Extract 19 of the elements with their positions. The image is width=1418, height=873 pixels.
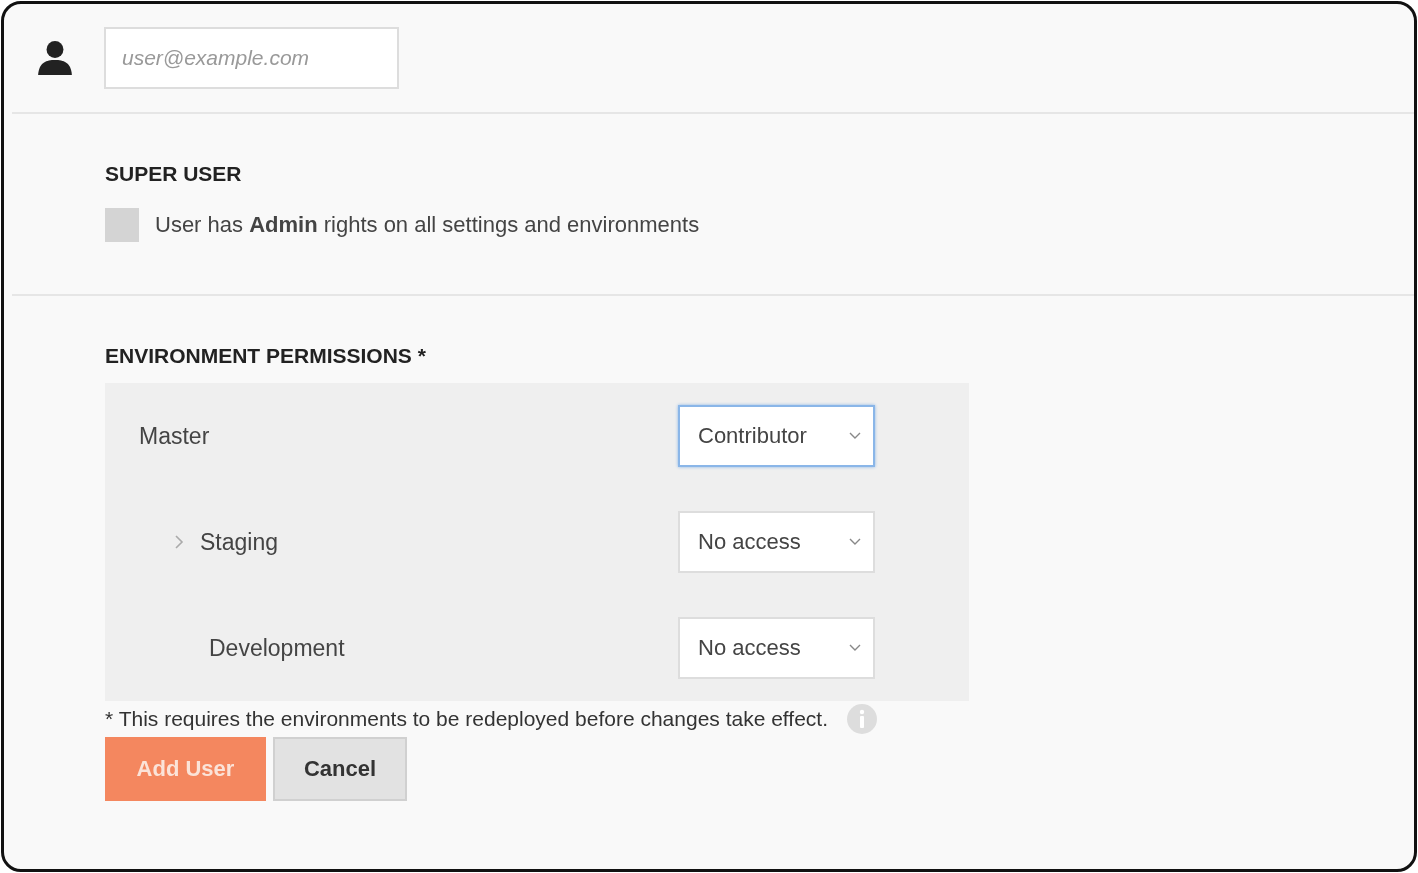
section-heading: ENVIRONMENT PERMISSIONS * [105, 344, 427, 369]
access-dropdown[interactable]: Contributor [678, 405, 875, 467]
environment-name: Development [209, 634, 345, 662]
environment-name: Staging [200, 528, 278, 556]
environment-name: Master [139, 422, 210, 450]
chevron-right-icon[interactable] [174, 534, 184, 550]
chevron-down-icon [849, 644, 861, 652]
access-dropdown[interactable]: No access [678, 511, 875, 573]
user-icon [36, 39, 74, 77]
checkbox-label: User has Admin rights on all settings and environments [155, 212, 700, 238]
access-dropdown[interactable]: No access [678, 617, 875, 679]
email-field[interactable]: user@example.com [104, 27, 399, 89]
info-icon[interactable] [846, 703, 878, 735]
chevron-down-icon [849, 432, 861, 440]
chevron-down-icon [849, 538, 861, 546]
section-heading: SUPER USER [105, 162, 243, 187]
note-text: * This requires the environments to be redeployed before changes take effect. [105, 707, 828, 731]
cancel-button[interactable]: Cancel [273, 737, 407, 801]
checkbox[interactable] [105, 208, 139, 242]
